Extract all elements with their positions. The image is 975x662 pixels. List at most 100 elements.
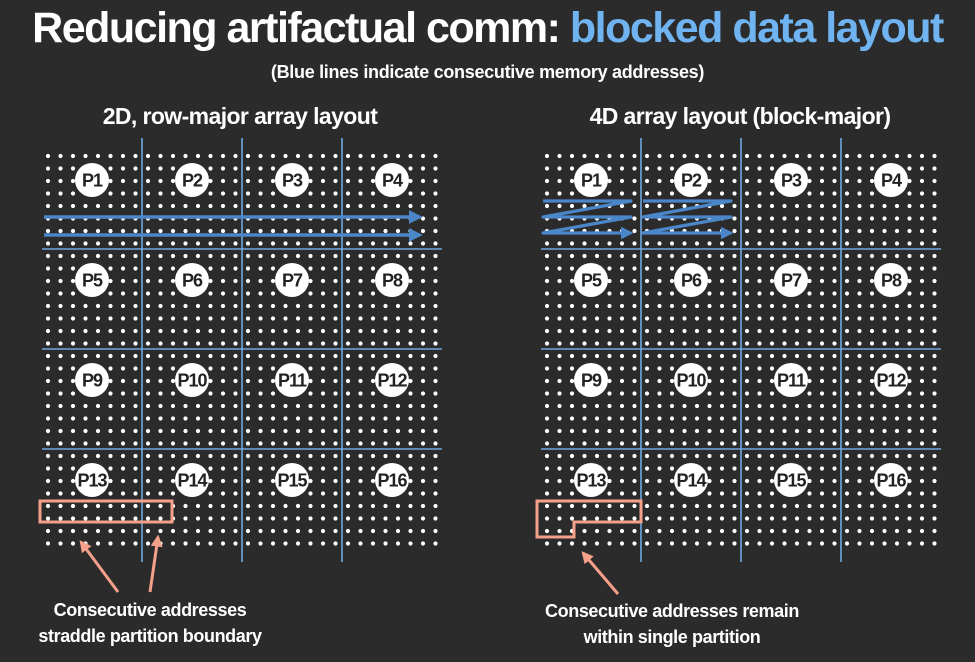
array-element-dot	[582, 253, 587, 259]
array-element-dot	[145, 166, 151, 171]
array-element-dot	[133, 391, 138, 396]
array-element-dot	[145, 253, 151, 259]
array-element-dot	[932, 528, 937, 534]
array-element-dot	[145, 153, 151, 159]
array-element-dot	[333, 241, 338, 246]
array-element-dot	[420, 191, 426, 196]
array-element-dot	[345, 278, 351, 284]
array-element-dot	[719, 391, 725, 396]
array-element-dot	[120, 353, 126, 359]
array-element-dot	[83, 341, 88, 346]
array-element-dot	[208, 278, 213, 284]
array-element-dot	[333, 291, 338, 296]
array-element-dot	[607, 503, 612, 509]
array-element-dot	[145, 416, 151, 421]
array-element-dot	[857, 303, 862, 309]
partition-label-p16: P16	[377, 471, 407, 491]
array-element-dot	[270, 466, 276, 471]
array-element-dot	[732, 466, 737, 471]
array-element-dot	[807, 366, 812, 371]
array-element-dot	[295, 341, 301, 346]
array-element-dot	[333, 153, 338, 159]
array-element-dot	[158, 378, 163, 384]
array-element-dot	[769, 428, 775, 434]
array-element-dot	[632, 353, 637, 359]
array-element-dot	[133, 266, 138, 271]
array-element-dot	[557, 428, 562, 434]
array-element-dot	[807, 378, 812, 384]
array-element-dot	[245, 453, 251, 459]
array-element-dot	[70, 203, 76, 209]
array-element-dot	[433, 178, 438, 184]
array-element-dot	[95, 253, 101, 259]
array-element-dot	[408, 203, 413, 209]
array-element-dot	[744, 241, 750, 246]
array-element-dot	[370, 341, 376, 346]
array-element-dot	[607, 241, 612, 246]
array-element-dot	[258, 403, 263, 409]
array-element-dot	[170, 428, 176, 434]
array-element-dot	[607, 428, 612, 434]
array-element-dot	[208, 316, 213, 321]
array-element-dot	[320, 378, 326, 384]
array-element-dot	[682, 453, 687, 459]
array-element-dot	[420, 341, 426, 346]
array-element-dot	[320, 441, 326, 446]
array-element-dot	[819, 441, 825, 446]
array-element-dot	[333, 228, 338, 234]
array-element-dot	[819, 478, 825, 484]
array-element-dot	[907, 303, 912, 309]
array-element-dot	[607, 528, 612, 534]
array-element-dot	[569, 391, 575, 396]
array-element-dot	[919, 378, 925, 384]
array-element-dot	[819, 166, 825, 171]
array-element-dot	[782, 516, 787, 521]
array-element-dot	[794, 441, 800, 446]
array-element-dot	[707, 378, 712, 384]
array-element-dot	[108, 291, 113, 296]
array-element-dot	[95, 353, 101, 359]
array-element-dot	[744, 266, 750, 271]
array-element-dot	[632, 478, 637, 484]
array-element-dot	[58, 441, 63, 446]
array-element-dot	[769, 303, 775, 309]
array-element-dot	[133, 441, 138, 446]
array-element-dot	[158, 491, 163, 496]
array-element-dot	[258, 441, 263, 446]
partition-label-p2: P2	[681, 171, 702, 191]
array-element-dot	[408, 378, 413, 384]
array-element-dot	[83, 416, 88, 421]
array-element-dot	[907, 516, 912, 521]
array-element-dot	[245, 353, 251, 359]
array-element-dot	[258, 316, 263, 321]
array-element-dot	[844, 366, 850, 371]
array-element-dot	[707, 466, 712, 471]
array-element-dot	[183, 241, 188, 246]
array-element-dot	[807, 178, 812, 184]
array-element-dot	[832, 416, 837, 421]
array-element-dot	[145, 528, 151, 534]
array-element-dot	[594, 541, 600, 546]
array-element-dot	[345, 453, 351, 459]
array-element-dot	[370, 366, 376, 371]
array-element-dot	[283, 353, 288, 359]
array-element-dot	[270, 541, 276, 546]
array-element-dot	[70, 328, 76, 334]
array-element-dot	[857, 353, 862, 359]
array-element-dot	[70, 491, 76, 496]
array-element-dot	[420, 428, 426, 434]
array-element-dot	[769, 291, 775, 296]
array-element-dot	[58, 166, 63, 171]
array-element-dot	[183, 328, 188, 334]
array-element-dot	[644, 266, 650, 271]
array-element-dot	[158, 341, 163, 346]
partition-label-p11: P11	[278, 371, 307, 391]
array-element-dot	[782, 153, 787, 159]
array-element-dot	[133, 178, 138, 184]
array-element-dot	[408, 328, 413, 334]
array-element-dot	[919, 191, 925, 196]
array-element-dot	[582, 241, 587, 246]
array-element-dot	[420, 203, 426, 209]
array-element-dot	[133, 191, 138, 196]
array-element-dot	[258, 366, 263, 371]
